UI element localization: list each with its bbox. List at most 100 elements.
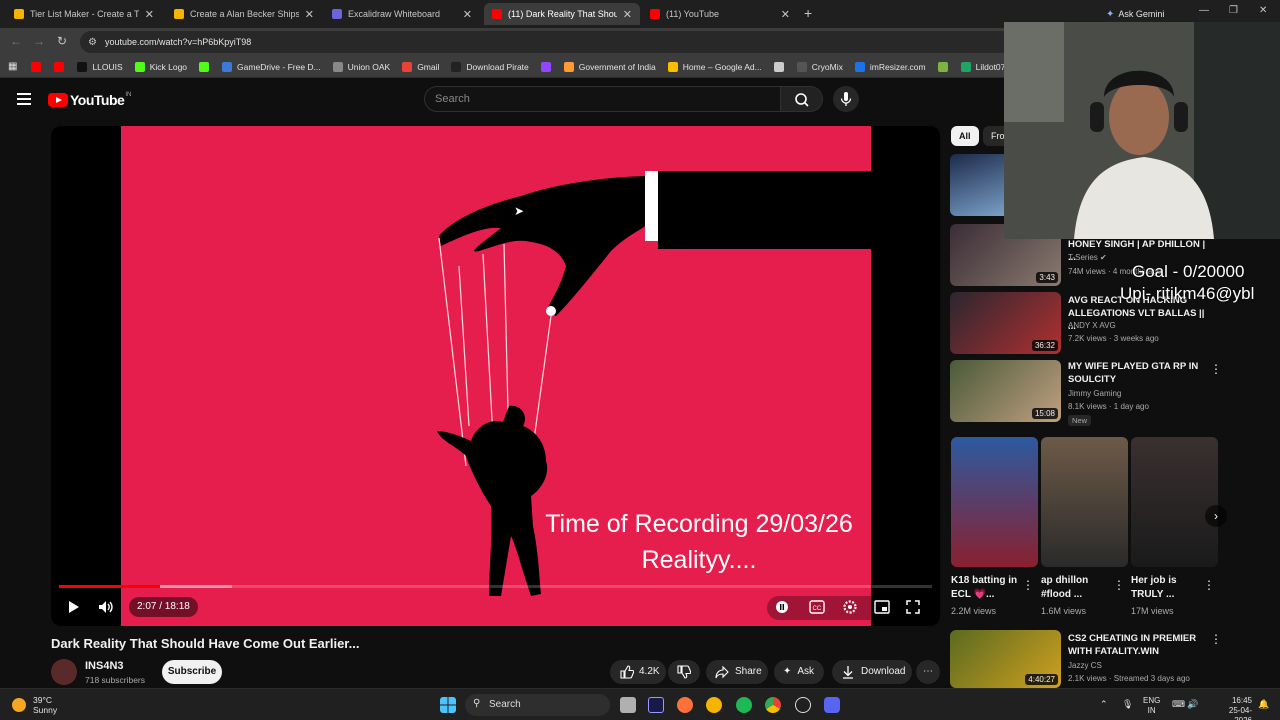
bookmark-item[interactable] xyxy=(773,61,789,72)
volume-tray-icon[interactable]: 🔊 xyxy=(1187,699,1198,709)
bookmark-item[interactable]: Government of India xyxy=(563,61,656,72)
microphone-tray-icon[interactable]: 🎙 xyxy=(1122,699,1133,709)
bookmark-item[interactable]: LLOUIS xyxy=(77,61,123,72)
download-button[interactable]: Download xyxy=(832,660,912,684)
volume-icon[interactable] xyxy=(97,599,115,615)
dislike-button[interactable] xyxy=(668,660,700,684)
tray-overflow-icon[interactable]: ⌃ xyxy=(1100,699,1108,709)
video-player[interactable]: Time of Recording 29/03/26 Realityy.... … xyxy=(51,126,940,626)
short-thumbnail[interactable] xyxy=(1041,437,1128,567)
browser-tab[interactable]: Tier List Maker - Create a Tier List ✕ xyxy=(6,3,162,25)
chip-all[interactable]: All xyxy=(951,126,979,146)
close-tab-icon[interactable]: ✕ xyxy=(305,8,314,21)
short-title[interactable]: Her job is TRULY ... xyxy=(1131,574,1201,602)
more-vertical-icon[interactable]: ⋮ xyxy=(1210,362,1222,376)
video-frame[interactable]: Time of Recording 29/03/26 Realityy.... … xyxy=(121,126,871,626)
bookmark-item[interactable]: imResizer.com xyxy=(854,61,926,72)
maximize-icon[interactable]: ❐ xyxy=(1229,5,1238,16)
recommended-video[interactable]: 4:40:27 CS2 CHEATING IN PREMIER WITH FAT… xyxy=(950,630,1225,696)
play-icon[interactable] xyxy=(65,599,81,615)
bookmark-item[interactable]: CryoMix xyxy=(796,61,843,72)
subscribe-button[interactable]: Subscribe xyxy=(162,660,222,684)
brave-browser-icon[interactable] xyxy=(706,697,722,713)
browser-tab-active[interactable]: (11) Dark Reality That Should Have ✕ xyxy=(484,3,640,25)
youtube-logo[interactable]: YouTube IN xyxy=(48,92,131,108)
forward-arrow-icon[interactable]: → xyxy=(33,34,45,48)
more-vertical-icon[interactable]: ⋮ xyxy=(1022,578,1034,592)
taskbar-search[interactable]: ⚲ Search xyxy=(465,694,610,716)
ask-gemini-button[interactable]: ✦ Ask Gemini xyxy=(1106,5,1164,23)
channel-name[interactable]: Jazzy CS xyxy=(1068,661,1102,670)
bookmark-item[interactable]: Gmail xyxy=(402,61,439,72)
bookmark-item[interactable]: Home – Google Ad... xyxy=(667,61,762,72)
voice-search-button[interactable] xyxy=(833,86,859,112)
video-title[interactable]: MY WIFE PLAYED GTA RP IN SOULCITY xyxy=(1068,360,1206,386)
channel-name[interactable]: T-Series ✔ xyxy=(1068,253,1107,262)
more-vertical-icon[interactable]: ⋮ xyxy=(1113,578,1125,592)
close-tab-icon[interactable]: ✕ xyxy=(781,8,790,21)
network-icon[interactable]: ⌨ xyxy=(1172,699,1185,709)
channel-avatar[interactable] xyxy=(51,659,77,685)
ask-button[interactable]: ✦ Ask xyxy=(774,660,824,684)
channel-name[interactable]: Jimmy Gaming xyxy=(1068,389,1121,398)
bookmark-item[interactable]: Kick Logo xyxy=(134,61,187,72)
file-explorer-icon[interactable] xyxy=(620,697,636,713)
channel-name[interactable]: INS4N3 xyxy=(85,660,124,672)
new-tab-button[interactable]: + xyxy=(804,5,812,21)
bookmark-item[interactable] xyxy=(199,61,214,72)
browser-tab[interactable]: Create a Alan Becker Ships Tier List ✕ xyxy=(166,3,322,25)
close-tab-icon[interactable]: ✕ xyxy=(623,8,632,21)
short-title[interactable]: K18 batting in ECL 💗... xyxy=(951,574,1021,602)
autoplay-toggle-icon[interactable] xyxy=(775,600,789,614)
site-info-icon[interactable]: ⚙ xyxy=(88,37,97,48)
captions-icon[interactable]: CC xyxy=(809,600,825,614)
fullscreen-icon[interactable] xyxy=(906,600,920,614)
search-button[interactable] xyxy=(781,86,823,112)
like-button[interactable]: 4.2K xyxy=(610,660,666,684)
bookmark-item[interactable] xyxy=(31,61,46,72)
video-thumbnail[interactable] xyxy=(950,154,1005,216)
recommended-video[interactable]: 15:08 MY WIFE PLAYED GTA RP IN SOULCITY … xyxy=(950,360,1225,426)
browser-tab[interactable]: Excalidraw Whiteboard ✕ xyxy=(324,3,480,25)
bookmark-item[interactable]: Download Pirate xyxy=(451,61,529,72)
close-tab-icon[interactable]: ✕ xyxy=(145,8,154,21)
more-actions-button[interactable]: ⋯ xyxy=(916,660,940,684)
bookmark-item[interactable] xyxy=(937,61,953,72)
short-title[interactable]: ap dhillon #flood ... xyxy=(1041,574,1111,602)
clock[interactable]: 16:45 25-04-2026 xyxy=(1212,696,1252,720)
windows-start-icon[interactable] xyxy=(440,697,456,713)
bookmark-item[interactable]: Union OAK xyxy=(332,61,390,72)
video-thumbnail[interactable]: 15:08 xyxy=(950,360,1061,422)
language-indicator[interactable]: ENG IN xyxy=(1143,696,1160,716)
bookmark-item[interactable]: GameDrive - Free D... xyxy=(222,61,321,72)
video-thumbnail[interactable]: 4:40:27 xyxy=(950,630,1061,688)
discord-icon[interactable] xyxy=(824,697,840,713)
minimize-icon[interactable]: — xyxy=(1199,5,1209,16)
chrome-icon[interactable] xyxy=(765,697,781,713)
more-vertical-icon[interactable]: ⋮ xyxy=(1210,632,1222,646)
miniplayer-icon[interactable] xyxy=(874,600,890,614)
address-bar[interactable]: ⚙ youtube.com/watch?v=hP6bKpyiT98 xyxy=(80,31,1080,53)
reload-icon[interactable]: ↻ xyxy=(57,34,67,48)
more-vertical-icon[interactable]: ⋮ xyxy=(1203,578,1215,592)
browser-tab[interactable]: (11) YouTube ✕ xyxy=(642,3,798,25)
apps-grid-icon[interactable]: ▦ xyxy=(8,61,17,72)
shorts-next-arrow-icon[interactable]: › xyxy=(1205,505,1227,527)
short-thumbnail[interactable] xyxy=(951,437,1038,567)
search-input[interactable]: Search xyxy=(424,86,781,112)
bookmark-item[interactable] xyxy=(540,61,556,72)
weather-widget[interactable]: 39°C Sunny xyxy=(33,695,57,715)
settings-gear-icon[interactable] xyxy=(842,599,860,615)
video-title[interactable]: CS2 CHEATING IN PREMIER WITH FATALITY.WI… xyxy=(1068,632,1206,658)
short-thumbnail[interactable] xyxy=(1131,437,1218,567)
firefox-icon[interactable] xyxy=(677,697,693,713)
bookmark-item[interactable] xyxy=(54,61,69,72)
share-button[interactable]: Share xyxy=(706,660,768,684)
close-tab-icon[interactable]: ✕ xyxy=(463,8,472,21)
notifications-icon[interactable]: 🔔 xyxy=(1258,699,1269,709)
spotify-icon[interactable] xyxy=(736,697,752,713)
back-arrow-icon[interactable]: ← xyxy=(10,34,22,48)
settings-app-icon[interactable] xyxy=(795,697,811,713)
close-window-icon[interactable]: ✕ xyxy=(1259,5,1267,16)
premiere-pro-icon[interactable] xyxy=(648,697,664,713)
